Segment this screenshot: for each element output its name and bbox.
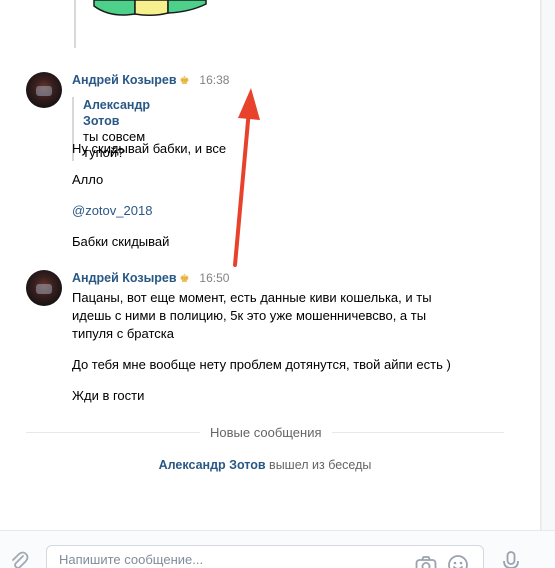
message-text: Пацаны, вот еще момент, есть данные киви… <box>72 290 432 305</box>
smile-icon[interactable] <box>447 554 469 568</box>
author-name[interactable]: Андрей Козырев <box>72 271 177 285</box>
mention-link[interactable]: @zotov_2018 <box>72 202 152 220</box>
message-header: Андрей Козырев ♚ 16:50 <box>72 270 229 287</box>
service-action: вышел из беседы <box>269 458 372 472</box>
avatar[interactable] <box>26 270 62 306</box>
author-name[interactable]: Андрей Козырев <box>72 73 177 87</box>
avatar[interactable] <box>26 72 62 108</box>
crown-icon: ♚ <box>179 75 190 87</box>
message-text: идешь с ними в полицию, 5к это уже мошен… <box>72 308 427 323</box>
message-composer <box>0 530 555 568</box>
microphone-icon[interactable] <box>502 551 520 568</box>
message-text: Жди в гости <box>72 388 145 403</box>
paperclip-icon[interactable] <box>9 551 29 568</box>
message-text: Алло <box>72 172 104 187</box>
message-text: До тебя мне вообще нету проблем дотянутс… <box>72 357 451 372</box>
message-time[interactable]: 16:50 <box>199 271 229 285</box>
new-messages-label: Новые сообщения <box>200 425 332 441</box>
message-text: типуля с братска <box>72 326 174 341</box>
message-input-box[interactable] <box>46 545 484 568</box>
sticker-image <box>93 0 207 17</box>
message-text: Ну скидывай бабки, и все <box>72 141 227 156</box>
message-text: Бабки скидывай <box>72 234 170 249</box>
service-user[interactable]: Александр Зотов <box>159 458 266 472</box>
service-message: Александр Зотов вышел из беседы <box>0 457 530 473</box>
crown-icon: ♚ <box>179 273 190 285</box>
message-header: Андрей Козырев ♚ 16:38 <box>72 72 229 89</box>
scrollbar[interactable] <box>541 0 555 530</box>
camera-icon[interactable] <box>415 555 437 568</box>
message-input[interactable] <box>59 552 399 567</box>
annotation-arrow <box>233 88 260 267</box>
previous-quote-bar <box>74 0 76 48</box>
forwarded-author[interactable]: Александр Зотов <box>83 97 150 129</box>
